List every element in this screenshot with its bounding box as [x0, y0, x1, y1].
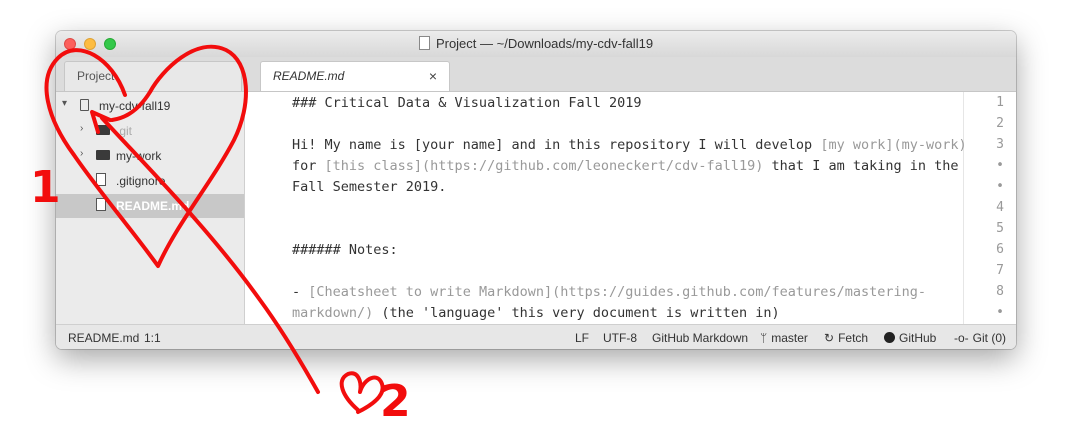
tree-item-my-work[interactable]: › my-work	[56, 144, 244, 168]
status-bar: README.md 1:1 LF UTF-8 GitHub Markdown ᛘ…	[56, 324, 1016, 349]
line-number: 1	[996, 95, 1004, 110]
tab-bar: Project README.md ×	[56, 57, 1016, 92]
tree-root[interactable]: ▾ my-cdv-fall19	[56, 94, 244, 118]
sync-icon: ↻	[824, 331, 835, 345]
document-icon	[418, 36, 430, 50]
editor-line: Fall Semester 2019.	[292, 179, 447, 195]
tab-readme[interactable]: README.md ×	[260, 61, 450, 91]
status-grammar[interactable]: GitHub Markdown	[652, 331, 748, 345]
editor-line: ### Critical Data & Visualization Fall 2…	[292, 95, 642, 111]
title-bar: Project — ~/Downloads/my-cdv-fall19	[56, 31, 1016, 58]
status-fetch[interactable]: ↻ Fetch	[824, 331, 868, 345]
git-commit-icon: -o-	[954, 331, 969, 345]
editor-line: for [this class](https://github.com/leon…	[292, 158, 959, 174]
line-number: 6	[996, 242, 1004, 257]
soft-wrap-indicator: •	[996, 179, 1004, 194]
soft-wrap-indicator: •	[996, 158, 1004, 173]
line-number-gutter	[245, 92, 285, 324]
status-file-name[interactable]: README.md	[68, 331, 139, 345]
folder-icon	[96, 125, 110, 135]
tree-item-git[interactable]: › .git	[56, 119, 244, 143]
line-number: 5	[996, 221, 1004, 236]
file-icon	[96, 198, 106, 211]
text-editor[interactable]: 1 ### Critical Data & Visualization Fall…	[245, 92, 1016, 324]
editor-line: Hi! My name is [your name] and in this r…	[292, 137, 967, 153]
status-branch[interactable]: ᛘ master	[760, 331, 808, 345]
window-title: Project — ~/Downloads/my-cdv-fall19	[56, 36, 1016, 51]
atom-editor-window: Project — ~/Downloads/my-cdv-fall19 Proj…	[56, 31, 1016, 349]
line-number: 2	[996, 116, 1004, 131]
small-heart-scribble	[339, 371, 385, 414]
line-number: 4	[996, 200, 1004, 215]
editor-line: ###### Notes:	[292, 242, 398, 258]
file-icon	[96, 173, 106, 186]
editor-line: - [Cheatsheet to write Markdown](https:/…	[292, 284, 926, 300]
tab-project[interactable]: Project	[64, 61, 242, 91]
chevron-down-icon[interactable]: ▾	[62, 98, 67, 109]
status-encoding[interactable]: UTF-8	[603, 331, 637, 345]
status-cursor-position[interactable]: 1:1	[144, 331, 161, 345]
line-number: 3	[996, 137, 1004, 152]
line-number: 7	[996, 263, 1004, 278]
folder-icon	[96, 150, 110, 160]
status-line-ending[interactable]: LF	[575, 331, 589, 345]
git-branch-icon: ᛘ	[760, 331, 768, 345]
repo-icon	[80, 99, 89, 111]
status-github[interactable]: GitHub	[884, 331, 936, 345]
project-tree-panel: ▾ my-cdv-fall19 › .git › my-work .gitign…	[56, 92, 245, 324]
soft-wrap-indicator: •	[996, 305, 1004, 320]
close-tab-icon[interactable]: ×	[429, 68, 437, 84]
tree-item-readme[interactable]: README.md	[56, 194, 244, 218]
editor-line: markdown/) (the 'language' this very doc…	[292, 305, 780, 321]
chevron-right-icon[interactable]: ›	[80, 123, 83, 134]
chevron-right-icon[interactable]: ›	[80, 148, 83, 159]
line-number: 8	[996, 284, 1004, 299]
annotation-label-2: 2	[380, 376, 411, 427]
tree-item-gitignore[interactable]: .gitignore	[56, 169, 244, 193]
github-icon	[884, 332, 895, 343]
wrap-guide	[963, 92, 964, 324]
status-git[interactable]: -o- Git (0)	[954, 331, 1006, 345]
